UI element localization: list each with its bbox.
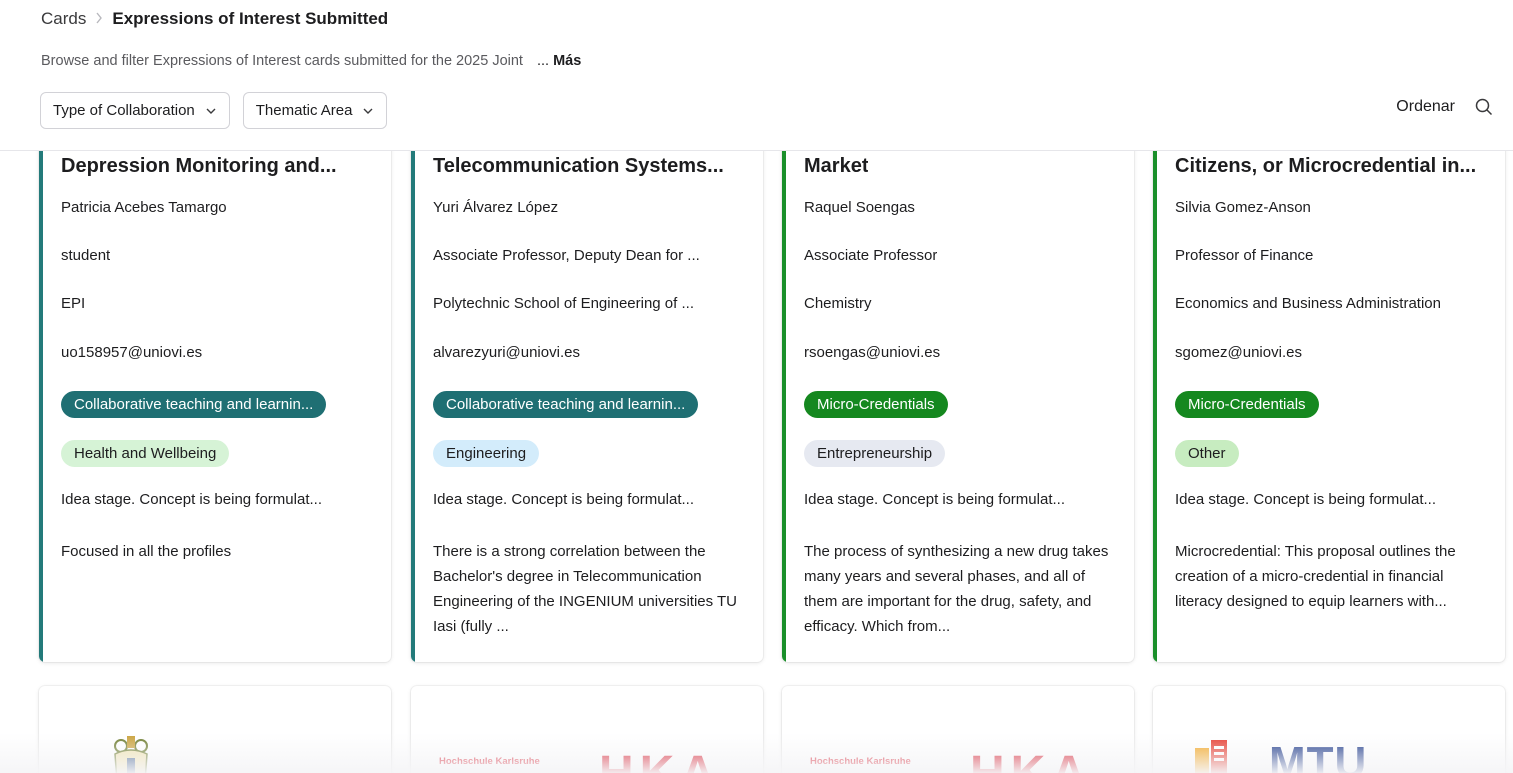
collaboration-badge: Collaborative teaching and learnin... <box>433 391 699 418</box>
chevron-right-icon <box>96 12 103 24</box>
filter-thematic-area[interactable]: Thematic Area <box>242 92 388 129</box>
chevron-down-icon <box>206 108 216 114</box>
breadcrumb-cards-link[interactable]: Cards <box>41 9 86 29</box>
hka-logo-big-text: HKA <box>970 746 1092 773</box>
collaboration-badge: Micro-Credentials <box>1175 391 1319 418</box>
card-description: There is a strong correlation between th… <box>433 543 738 635</box>
eoi-card[interactable]: Market Raquel Soengas Associate Professo… <box>782 151 1134 662</box>
page-title: Expressions of Interest Submitted <box>112 9 389 28</box>
filter-label: Type of Collaboration <box>53 102 195 119</box>
card-logo <box>39 686 391 773</box>
breadcrumb-separator <box>95 11 103 27</box>
hka-logo-big-text: HKA <box>599 746 721 773</box>
collaboration-badge: Micro-Credentials <box>804 391 948 418</box>
hka-logo: Hochschule Karlsruhe HKA <box>411 686 763 773</box>
hka-logo: Hochschule Karlsruhe HKA <box>782 686 1134 773</box>
eoi-card[interactable]: Hochschule Karlsruhe HKA <box>411 686 763 773</box>
card-title: Telecommunication Systems... <box>433 155 724 177</box>
card-author-role: Associate Professor <box>804 247 938 264</box>
eoi-card[interactable]: Hochschule Karlsruhe HKA <box>782 686 1134 773</box>
collaboration-badge: Collaborative teaching and learnin... <box>61 391 327 418</box>
more-dots: ... <box>536 53 550 69</box>
card-email: alvarezyuri@uniovi.es <box>433 344 580 361</box>
card-email: sgomez@uniovi.es <box>1175 344 1302 361</box>
card-stage: Idea stage. Concept is being formulat... <box>433 491 694 508</box>
filter-label: Thematic Area <box>255 102 353 119</box>
eoi-card[interactable] <box>39 686 391 773</box>
eoi-card[interactable]: Depression Monitoring and... Patricia Ac… <box>39 151 391 662</box>
hka-logo-small-text: Hochschule Karlsruhe <box>810 756 911 767</box>
mtu-logo-mark-icon <box>1195 740 1227 773</box>
card-author-role: Associate Professor, Deputy Dean for ... <box>433 247 700 264</box>
card-description: Microcredential: This proposal outlines … <box>1175 543 1456 610</box>
eoi-card[interactable]: MTU <box>1153 686 1505 773</box>
more-link[interactable]: ... Más <box>537 53 581 69</box>
card-title: Depression Monitoring and... <box>61 155 337 177</box>
page-description: Browse and filter Expressions of Interes… <box>41 51 581 71</box>
search-icon[interactable] <box>1475 98 1493 116</box>
card-title: Market <box>804 155 869 177</box>
card-department: Economics and Business Administration <box>1175 295 1441 312</box>
card-email: uo158957@uniovi.es <box>61 344 203 361</box>
university-seal-logo <box>114 736 148 773</box>
card-description: Focused in all the profiles <box>61 543 232 560</box>
card-author-name: Patricia Acebes Tamargo <box>61 199 227 216</box>
card-author-role: Professor of Finance <box>1175 247 1314 264</box>
filter-bar: Type of Collaboration Thematic Area <box>40 92 388 129</box>
card-author-name: Raquel Soengas <box>804 199 915 216</box>
card-author-role: student <box>61 247 111 264</box>
card-accent-bar <box>1153 151 1157 662</box>
card-accent-bar <box>39 151 43 662</box>
toolbar-right: Ordenar <box>1396 98 1493 116</box>
card-department: Polytechnic School of Engineering of ... <box>433 295 694 312</box>
card-accent-bar <box>782 151 786 662</box>
card-stage: Idea stage. Concept is being formulat... <box>1175 491 1436 508</box>
card-description: The process of synthesizing a new drug t… <box>804 543 1109 635</box>
mtu-logo-text: MTU <box>1269 738 1368 773</box>
card-author-name: Silvia Gomez-Anson <box>1175 199 1311 216</box>
filter-type-of-collaboration[interactable]: Type of Collaboration <box>40 92 230 129</box>
sort-button[interactable]: Ordenar <box>1396 98 1455 116</box>
description-text: Browse and filter Expressions of Interes… <box>41 53 523 69</box>
breadcrumb: Cards Expressions of Interest Submitted <box>41 8 388 30</box>
chevron-down-icon <box>363 108 373 114</box>
card-stage: Idea stage. Concept is being formulat... <box>804 491 1065 508</box>
card-department: EPI <box>61 295 86 312</box>
card-department: Chemistry <box>804 295 872 312</box>
thematic-badge: Entrepreneurship <box>804 440 946 467</box>
eoi-card[interactable]: Citizens, or Microcredential in... Silvi… <box>1153 151 1505 662</box>
card-email: rsoengas@uniovi.es <box>804 344 941 361</box>
card-accent-bar <box>411 151 415 662</box>
thematic-badge: Other <box>1175 440 1239 467</box>
card-title: Citizens, or Microcredential in... <box>1175 155 1477 177</box>
mtu-logo: MTU <box>1153 686 1505 773</box>
thematic-badge: Engineering <box>433 440 540 467</box>
card-author-name: Yuri Álvarez López <box>433 199 559 216</box>
card-stage: Idea stage. Concept is being formulat... <box>61 491 322 508</box>
cards-grid: Depression Monitoring and... Patricia Ac… <box>0 151 1513 773</box>
hka-logo-small-text: Hochschule Karlsruhe <box>439 756 540 767</box>
more-label: Más <box>553 53 582 69</box>
eoi-card[interactable]: Telecommunication Systems... Yuri Álvare… <box>411 151 763 662</box>
thematic-badge: Health and Wellbeing <box>61 440 230 467</box>
